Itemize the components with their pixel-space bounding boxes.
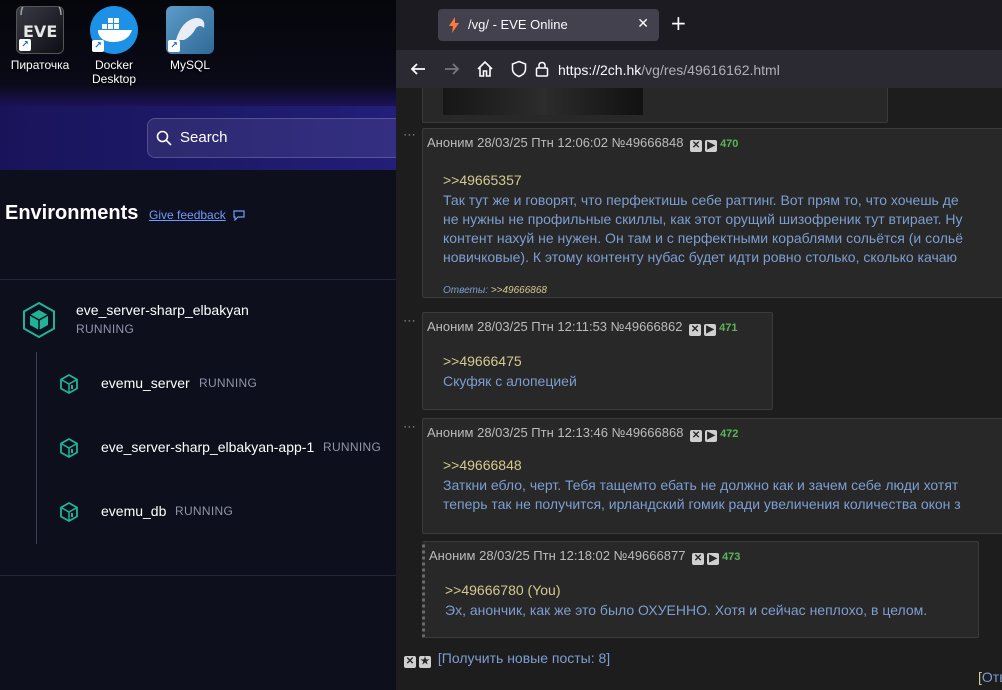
reply-link[interactable]: >>49666475 bbox=[443, 353, 522, 369]
search-input[interactable]: Search bbox=[147, 118, 407, 158]
container-icon bbox=[60, 373, 78, 395]
post-menu-icon[interactable]: ⋯ bbox=[403, 314, 417, 329]
post-menu-icon[interactable]: ⋯ bbox=[403, 420, 417, 435]
post-header: Аноним 28/03/25 Птн 12:13:46 №49666868 ✕… bbox=[427, 425, 739, 442]
post: Аноним 28/03/25 Птн 12:06:02 №49666848 ✕… bbox=[422, 128, 1002, 298]
desktop-area: EVE ↗ Пираточка ↗ Docker Desktop ↗ MySQL bbox=[0, 0, 396, 106]
docker-header: Search bbox=[0, 106, 407, 170]
thread-view: ⋯ Аноним 28/03/25 Птн 12:06:02 №49666848… bbox=[396, 88, 1002, 690]
post-text-line: контент нахуй не нужен. Он там и с перфе… bbox=[443, 230, 963, 246]
container-name: eve_server-sharp_elbakyan bbox=[76, 302, 249, 318]
answer-link[interactable]: >>49666868 bbox=[491, 285, 547, 296]
get-new-posts-label: [Получить новые посты: 8] bbox=[437, 650, 611, 666]
new-tab-icon[interactable]: + bbox=[670, 13, 687, 33]
play-icon[interactable]: ▶ bbox=[705, 430, 718, 442]
post-header: Аноним 28/03/25 Птн 12:06:02 №49666848 ✕… bbox=[427, 135, 739, 152]
post-text-line: Эх, анончик, как же это было ОХУЕННО. Хо… bbox=[445, 602, 928, 618]
star-icon[interactable]: ★ bbox=[419, 656, 431, 668]
desktop-icon-label: Пираточка bbox=[10, 58, 70, 72]
hide-post-icon[interactable]: ✕ bbox=[692, 553, 705, 565]
desktop-icon-label: Docker Desktop bbox=[91, 58, 137, 86]
post-menu-icon[interactable]: ⋯ bbox=[403, 128, 417, 143]
divider bbox=[0, 575, 396, 576]
post: Аноним 28/03/25 Птн 12:13:46 №49666868 ✕… bbox=[422, 418, 1002, 534]
post-header: Аноним 28/03/25 Птн 12:18:02 №49666877 ✕… bbox=[429, 548, 741, 565]
shortcut-arrow-icon: ↗ bbox=[92, 40, 104, 52]
post-text-line: не нужны не профильные скиллы, как этот … bbox=[443, 211, 963, 227]
tab-bar: /vg/ - EVE Online ✕ + bbox=[396, 0, 1002, 50]
lock-icon[interactable] bbox=[533, 60, 551, 78]
search-placeholder: Search bbox=[180, 129, 228, 146]
home-icon[interactable] bbox=[476, 60, 494, 78]
post-text-line: Скуфяк с алопецией bbox=[443, 373, 577, 389]
reply-link[interactable]: >>49666848 bbox=[443, 457, 522, 473]
lightning-favicon-icon bbox=[449, 17, 459, 33]
post-text-line: Заткни ебло, черт. Тебя тащемто ебать не… bbox=[443, 477, 959, 493]
post-text-line: Так тут же и говорят, что перфектишь себ… bbox=[443, 192, 959, 208]
container-name: evemu_db bbox=[101, 503, 167, 519]
container-name: evemu_server bbox=[101, 375, 190, 391]
container-status: RUNNING bbox=[175, 504, 234, 518]
divider bbox=[0, 279, 396, 280]
docker-desktop-window: Search Environments Give feedback eve_se… bbox=[0, 106, 407, 690]
hide-post-icon[interactable]: ✕ bbox=[689, 324, 702, 336]
hide-post-icon[interactable]: ✕ bbox=[690, 430, 703, 442]
desktop-icon-label: MySQL bbox=[169, 58, 210, 72]
mysql-icon: ↗ bbox=[166, 6, 214, 54]
browser-window: /vg/ - EVE Online ✕ + https://2ch.hk/vg/… bbox=[396, 0, 1002, 690]
desktop-icon-mysql[interactable]: ↗ MySQL bbox=[150, 6, 230, 72]
close-tab-icon[interactable]: ✕ bbox=[637, 16, 649, 32]
reply-link[interactable]: >>49665357 bbox=[443, 172, 522, 188]
feedback-icon[interactable] bbox=[233, 209, 245, 221]
post-text-line: новичковые). К этому контенту нубас буде… bbox=[443, 249, 958, 265]
reply-link[interactable]: >>49666780 (You) bbox=[445, 582, 560, 598]
give-feedback-link[interactable]: Give feedback bbox=[149, 208, 226, 222]
back-arrow-icon[interactable] bbox=[409, 60, 427, 78]
post: Аноним 28/03/25 Птн 12:11:53 №49666862 ✕… bbox=[422, 312, 773, 410]
tab-title: /vg/ - EVE Online bbox=[468, 17, 568, 32]
container-group-icon bbox=[23, 301, 55, 339]
search-icon bbox=[156, 130, 172, 146]
close-icon[interactable]: ✕ bbox=[404, 656, 416, 668]
post-answers: Ответы: >>49666868 bbox=[443, 285, 547, 296]
container-status: RUNNING bbox=[323, 440, 382, 454]
hide-post-icon[interactable]: ✕ bbox=[690, 140, 703, 152]
eve-icon: EVE ↗ bbox=[16, 0, 64, 54]
reply-link-partial[interactable]: [Отв bbox=[978, 669, 1002, 685]
previous-post bbox=[422, 88, 888, 123]
play-icon[interactable]: ▶ bbox=[707, 553, 720, 565]
container-icon bbox=[60, 501, 78, 523]
post-image[interactable] bbox=[443, 88, 643, 115]
tree-line bbox=[36, 352, 37, 544]
post-own: Аноним 28/03/25 Птн 12:18:02 №49666877 ✕… bbox=[422, 541, 979, 638]
forward-arrow-icon[interactable] bbox=[443, 60, 461, 78]
container-status: RUNNING bbox=[199, 376, 258, 390]
page-title: Environments bbox=[5, 202, 139, 224]
shield-icon[interactable] bbox=[510, 60, 528, 78]
post-text-line: теперь так не получится, ирландский гоми… bbox=[443, 496, 961, 512]
play-icon[interactable]: ▶ bbox=[704, 324, 717, 336]
shortcut-arrow-icon: ↗ bbox=[19, 39, 31, 51]
desktop-icon-eve[interactable]: EVE ↗ Пираточка bbox=[0, 0, 80, 72]
post-header: Аноним 28/03/25 Птн 12:11:53 №49666862 ✕… bbox=[427, 319, 738, 336]
container-icon bbox=[60, 437, 78, 459]
url-bar[interactable]: https://2ch.hk/vg/res/49616162.html bbox=[558, 62, 780, 78]
docker-icon: ↗ bbox=[90, 6, 138, 54]
get-new-posts-button[interactable]: ✕ ★ [Получить новые посты: 8] bbox=[404, 650, 610, 668]
container-status: RUNNING bbox=[76, 322, 135, 336]
desktop-icon-docker[interactable]: ↗ Docker Desktop bbox=[74, 6, 154, 86]
navigation-bar: https://2ch.hk/vg/res/49616162.html bbox=[396, 50, 1002, 88]
shortcut-arrow-icon: ↗ bbox=[168, 40, 180, 52]
browser-tab[interactable]: /vg/ - EVE Online ✕ bbox=[438, 9, 659, 41]
play-icon[interactable]: ▶ bbox=[705, 140, 718, 152]
container-name: eve_server-sharp_elbakyan-app-1 bbox=[101, 439, 315, 455]
